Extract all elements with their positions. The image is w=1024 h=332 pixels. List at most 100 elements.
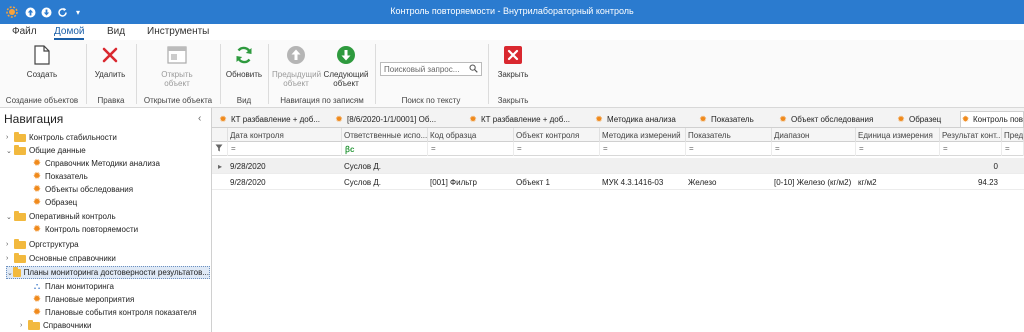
search-icon[interactable] <box>469 64 478 75</box>
search-input[interactable]: Поисковый запрос... <box>380 62 482 76</box>
filter-cell[interactable]: = <box>856 142 940 156</box>
filter-cell[interactable]: = <box>428 142 514 156</box>
doc-tab[interactable]: ✹ Методика анализа <box>594 111 694 127</box>
column-header[interactable]: Диапазон <box>772 128 856 142</box>
gear-icon: ✹ <box>699 113 707 124</box>
filter-cell[interactable]: = <box>514 142 600 156</box>
create-button[interactable]: Создать <box>22 44 62 79</box>
tree-item-label: Оперативный контроль <box>29 212 116 221</box>
collapse-arrow-icon[interactable]: ⌄ <box>6 213 14 221</box>
doc-tab-label: КТ разбавление + доб... <box>481 114 571 124</box>
filter-cell[interactable]: = <box>772 142 856 156</box>
table-row-group[interactable]: ▸ 9/28/2020 Суслов Д. 0 <box>212 158 1024 174</box>
tree-item-planned-activities[interactable]: ✹ Плановые мероприятия <box>32 293 135 306</box>
filter-cell[interactable]: = <box>940 142 1002 156</box>
doc-tab-label: Методика анализа <box>607 114 676 124</box>
ribbon: Создать Создание объектов Удалить Правка… <box>0 40 1024 108</box>
column-header[interactable]: Дата контроля <box>228 128 342 142</box>
next-label-line1: Следующий <box>323 70 369 79</box>
collapse-arrow-icon[interactable]: ⌄ <box>7 269 13 277</box>
collapse-arrow-icon[interactable]: ⌄ <box>6 147 14 155</box>
tree-item-label: Контроль стабильности <box>29 133 117 142</box>
tree-item-sample[interactable]: ✹ Образец <box>32 196 77 209</box>
column-header[interactable]: Единица измерения <box>856 128 940 142</box>
chevron-left-icon[interactable]: ‹ <box>198 113 201 124</box>
close-button[interactable]: Закрыть <box>494 44 532 79</box>
tab-file[interactable]: Файл <box>12 26 37 37</box>
folder-icon <box>14 238 26 249</box>
tree-item-survey-objects[interactable]: ✹ Объекты обследования <box>32 183 133 196</box>
column-header[interactable]: Ответственные испо... <box>342 128 428 142</box>
expand-row-icon[interactable]: ▸ <box>216 158 228 174</box>
doc-tab[interactable]: ✹ [8/6/2020-1/1/0001] Об... <box>334 111 452 127</box>
table-row[interactable]: 9/28/2020 Суслов Д. [001] Фильтр Объект … <box>212 174 1024 190</box>
refresh-button[interactable]: Обновить <box>224 44 264 79</box>
group-navigation-label: Навигация по записям <box>280 96 364 105</box>
tree-item-catalogs[interactable]: › Справочники <box>20 319 91 332</box>
tree-item-org-structure[interactable]: › Оргструктура <box>6 238 79 251</box>
delete-button[interactable]: Удалить <box>92 44 128 79</box>
divider <box>375 44 376 104</box>
menu-bar: Файл Домой Вид Инструменты <box>0 24 1024 40</box>
group-close-label: Закрыть <box>497 96 529 105</box>
column-header[interactable]: Методика измерений <box>600 128 686 142</box>
open-object-button[interactable]: Открыть объект <box>152 44 202 88</box>
tree-item-methods-catalog[interactable]: ✹ Справочник Методики анализа <box>32 157 160 170</box>
tab-view[interactable]: Вид <box>107 26 125 37</box>
doc-tab[interactable]: ✹ КТ разбавление + доб... <box>468 111 578 127</box>
row-indicator-header <box>212 128 228 142</box>
column-header[interactable]: Код образца <box>428 128 514 142</box>
gear-icon: ✹ <box>32 158 42 169</box>
tree-item-common-data[interactable]: ⌄ Общие данные <box>6 144 86 157</box>
document-tabs: ✹ КТ разбавление + доб... ✹ [8/6/2020-1/1/… <box>212 108 1024 128</box>
expand-arrow-icon[interactable]: › <box>20 322 28 329</box>
doc-tab-label: КТ разбавление + доб... <box>231 114 321 124</box>
filter-cell[interactable]: = <box>686 142 772 156</box>
column-header[interactable]: Предел <box>1002 128 1024 142</box>
filter-cell[interactable]: = <box>1002 142 1024 156</box>
gear-icon: ✹ <box>961 114 970 124</box>
tree-item-indicator[interactable]: ✹ Показатель <box>32 170 88 183</box>
gear-icon: ✹ <box>335 113 343 124</box>
filter-cell[interactable]: = <box>600 142 686 156</box>
filter-cell[interactable]: ꞵc <box>342 142 428 156</box>
column-header[interactable]: Показатель <box>686 128 772 142</box>
tree-item-monitoring-plans[interactable]: ⌄ Планы мониторинга достоверности результ… <box>6 266 210 279</box>
tree-item-operational-control[interactable]: ⌄ Оперативный контроль <box>6 210 116 223</box>
column-header[interactable]: Результат конт... <box>940 128 1002 142</box>
tab-home[interactable]: Домой <box>54 26 85 40</box>
filter-cell[interactable]: = <box>228 142 342 156</box>
column-header[interactable]: Объект контроля <box>514 128 600 142</box>
previous-object-button[interactable]: Предыдущий объект <box>272 44 321 88</box>
search-placeholder: Поисковый запрос... <box>384 65 460 74</box>
doc-tab[interactable]: ✹ Образец <box>896 111 956 127</box>
doc-tab[interactable]: ✹ Объект обследования <box>778 111 888 127</box>
gear-icon: ✹ <box>32 184 42 195</box>
tree-item-repeatability-control[interactable]: ✹ Контроль повторяемости <box>32 223 138 236</box>
expand-arrow-icon[interactable]: › <box>6 255 14 262</box>
filter-icon[interactable] <box>212 142 228 156</box>
group-search-label: Поиск по тексту <box>401 96 461 105</box>
tree-item-main-catalogs[interactable]: › Основные справочники <box>6 252 116 265</box>
doc-tab-label: Контроль пов <box>972 115 1023 124</box>
next-object-button[interactable]: Следующий объект <box>322 44 370 88</box>
expand-arrow-icon[interactable]: › <box>6 241 14 248</box>
tree-item-label: Планы мониторинга достоверности результа… <box>23 268 209 277</box>
expand-arrow-icon[interactable]: › <box>6 134 14 141</box>
window-title: Контроль повторяемости - Внутрилаборатор… <box>390 6 634 16</box>
next-label-line2: объект <box>333 79 359 88</box>
tree-item-label: Справочник Методики анализа <box>45 159 160 168</box>
tree-item-planned-events[interactable]: ✹ Плановые события контроля показателя <box>32 306 197 319</box>
window-icon <box>166 44 188 66</box>
tree-item-monitoring-plan[interactable]: ⛬ План мониторинга <box>32 280 114 293</box>
tree-item-stability[interactable]: › Контроль стабильности <box>6 131 117 144</box>
tab-tools[interactable]: Инструменты <box>147 26 209 37</box>
gear-icon: ✹ <box>32 171 42 182</box>
delete-x-icon <box>99 44 121 66</box>
doc-tab[interactable]: ✹ Показатель <box>698 111 768 127</box>
grid-header: Дата контроля Ответственные испо... Код … <box>212 128 1024 142</box>
tree-item-label: Плановые события контроля показателя <box>45 308 197 317</box>
doc-tab-active[interactable]: ✹ Контроль пов <box>960 111 1024 127</box>
gear-icon: ✹ <box>779 113 787 124</box>
doc-tab[interactable]: ✹ КТ разбавление + доб... <box>218 111 328 127</box>
